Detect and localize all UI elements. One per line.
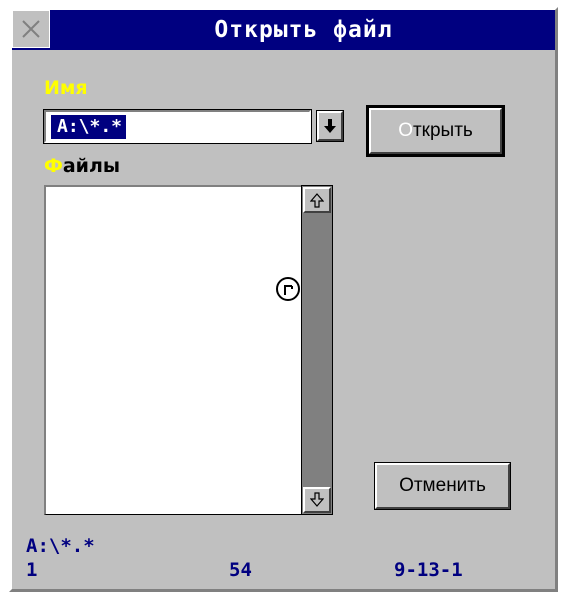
file-list-scrollbar[interactable] bbox=[301, 185, 333, 515]
close-icon[interactable] bbox=[12, 10, 50, 48]
name-label-hotkey: И bbox=[44, 77, 60, 99]
open-button[interactable]: Открыть bbox=[366, 105, 505, 157]
file-list[interactable] bbox=[44, 185, 302, 515]
open-button-label: ткрыть bbox=[412, 120, 473, 141]
status-left: 1 bbox=[26, 559, 38, 581]
open-button-hotkey: О bbox=[398, 120, 413, 141]
files-label-rest: айлы bbox=[62, 155, 121, 177]
scroll-up-button[interactable] bbox=[303, 187, 331, 213]
title-bar[interactable]: Открыть файл bbox=[12, 10, 555, 50]
dropdown-button[interactable] bbox=[316, 110, 344, 142]
status-right: 9-13-1 bbox=[394, 559, 463, 581]
cancel-button[interactable]: Отменить bbox=[374, 462, 511, 510]
arrow-down-icon bbox=[310, 492, 324, 507]
open-file-dialog: Открыть файл Имя A:\*.* Открыть Файлы От… bbox=[9, 7, 558, 592]
files-label-hotkey: Ф bbox=[44, 155, 63, 177]
scroll-down-button[interactable] bbox=[303, 487, 331, 513]
name-label-rest: мя bbox=[59, 77, 88, 99]
name-input[interactable]: A:\*.* bbox=[43, 109, 312, 144]
window-title: Открыть файл bbox=[214, 17, 393, 43]
files-label: Файлы bbox=[44, 155, 120, 177]
name-input-value: A:\*.* bbox=[51, 115, 127, 139]
arrow-up-icon bbox=[310, 193, 324, 208]
status-path: A:\*.* bbox=[26, 535, 95, 557]
mouse-cursor-icon bbox=[276, 277, 300, 301]
name-label: Имя bbox=[44, 77, 88, 99]
arrow-down-icon bbox=[324, 119, 336, 133]
status-middle: 54 bbox=[229, 559, 252, 581]
